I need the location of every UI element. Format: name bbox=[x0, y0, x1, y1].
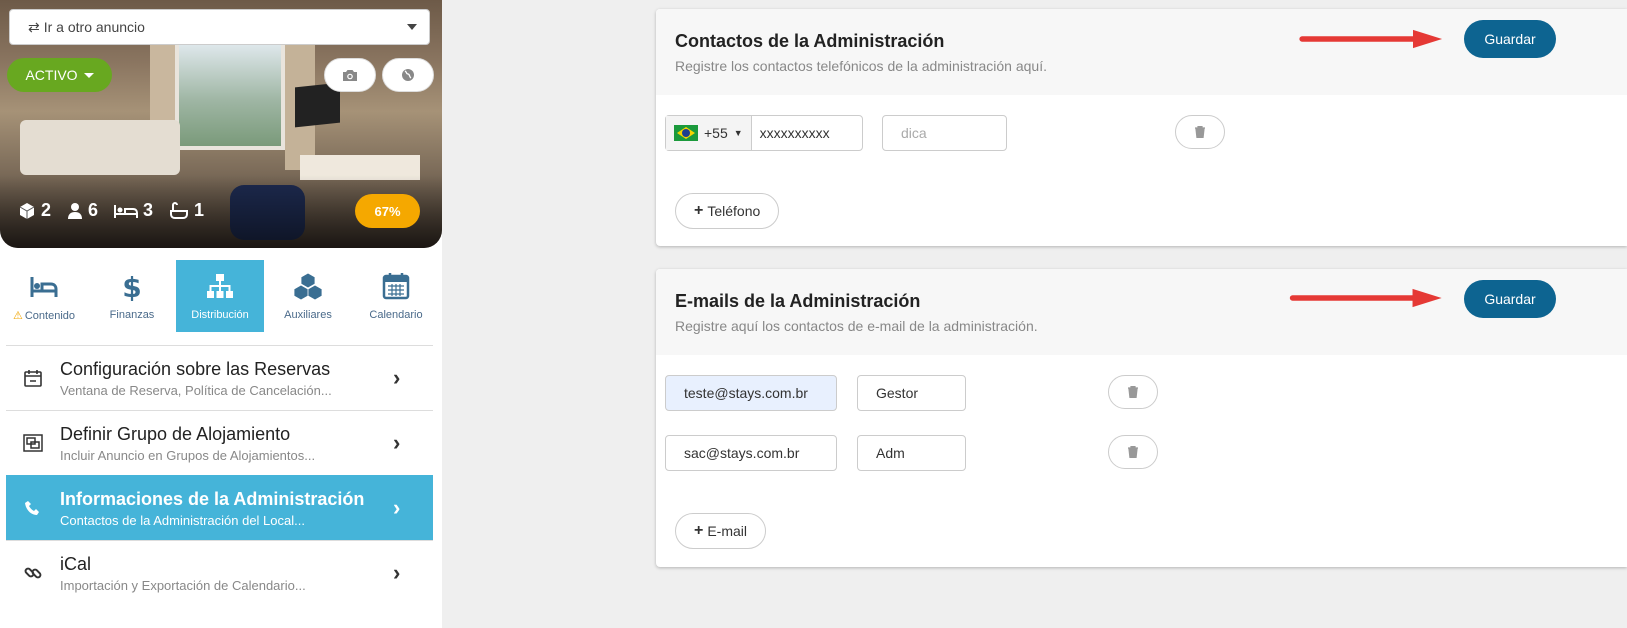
chevron-right-icon: › bbox=[393, 430, 401, 455]
settings-menu: Configuración sobre las Reservas Ventana … bbox=[6, 345, 433, 605]
tab-finanzas[interactable]: $ Finanzas bbox=[88, 260, 176, 332]
phone-number-value: xxxxxxxxxx bbox=[759, 125, 830, 141]
link-icon bbox=[24, 567, 42, 579]
emails-subtitle: Registre aquí los contactos de e-mail de… bbox=[675, 318, 1038, 334]
listing-stats: 2 6 3 1 bbox=[18, 200, 204, 221]
dollar-icon: $ bbox=[122, 271, 141, 301]
emails-card: E-mails de la Administración Registre aq… bbox=[656, 269, 1627, 567]
chevron-right-icon: › bbox=[393, 560, 401, 585]
phone-hint-input[interactable]: dica bbox=[882, 115, 1007, 151]
phones-subtitle: Registre los contactos telefónicos de la… bbox=[675, 58, 1047, 74]
menu-item-title: Definir Grupo de Alojamiento bbox=[60, 423, 291, 444]
phones-card: Contactos de la Administración Registre … bbox=[656, 9, 1627, 246]
cubes-icon bbox=[293, 272, 323, 301]
baths-stat: 1 bbox=[169, 200, 204, 221]
object-group-icon bbox=[23, 434, 43, 452]
plus-icon: + bbox=[694, 202, 704, 219]
email-role-input[interactable]: Adm bbox=[857, 435, 966, 471]
user-icon bbox=[68, 202, 83, 219]
brazil-flag-icon bbox=[674, 125, 698, 141]
listing-select-label: Ir a otro anuncio bbox=[43, 19, 145, 35]
menu-item-ical[interactable]: iCal Importación y Exportación de Calenda… bbox=[6, 540, 433, 605]
photo-button[interactable] bbox=[324, 58, 376, 92]
guests-stat: 6 bbox=[67, 200, 98, 221]
menu-item-title: Configuración sobre las Reservas bbox=[60, 358, 331, 379]
menu-item-administracion[interactable]: Informaciones de la Administración Contac… bbox=[6, 475, 433, 540]
plus-icon: + bbox=[694, 522, 704, 539]
menu-item-subtitle: Incluir Anuncio en Grupos de Alojamiento… bbox=[60, 447, 316, 463]
caret-down-icon: ▼ bbox=[733, 128, 743, 138]
chevron-down-icon bbox=[407, 24, 417, 30]
add-email-button[interactable]: + E-mail bbox=[675, 513, 767, 549]
trash-icon bbox=[1195, 126, 1205, 138]
phone-input[interactable]: +55 ▼ xxxxxxxxxx bbox=[665, 115, 863, 151]
bed-icon bbox=[30, 276, 58, 297]
calendar-icon bbox=[382, 273, 410, 300]
email-input[interactable]: teste@stays.com.br bbox=[665, 375, 837, 411]
listing-select[interactable]: ⇄ Ir a otro anuncio bbox=[9, 9, 430, 45]
menu-item-reservas[interactable]: Configuración sobre las Reservas Ventana … bbox=[6, 345, 433, 410]
calendar-minus-icon bbox=[24, 370, 42, 387]
chevron-right-icon: › bbox=[393, 495, 401, 520]
section-tabs: ⚠ Contenido $ Finanzas Distribución Auxil… bbox=[0, 260, 442, 332]
country-code-select[interactable]: +55 ▼ bbox=[666, 116, 752, 150]
sidebar: ⇄ Ir a otro anuncio ACTIVO 2 6 3 1 67% ⚠… bbox=[0, 0, 442, 628]
tab-distribucion[interactable]: Distribución bbox=[176, 260, 264, 332]
warning-icon: ⚠ bbox=[12, 309, 23, 322]
swap-icon: ⇄ bbox=[28, 18, 40, 35]
caret-down-icon bbox=[83, 72, 94, 78]
email-input[interactable]: sac@stays.com.br bbox=[665, 435, 837, 471]
menu-item-grupo[interactable]: Definir Grupo de Alojamiento Incluir Anun… bbox=[6, 410, 433, 475]
save-emails-button[interactable]: Guardar bbox=[1464, 280, 1556, 318]
menu-item-title: Informaciones de la Administración bbox=[60, 488, 365, 509]
save-phones-button[interactable]: Guardar bbox=[1464, 20, 1556, 58]
phone-icon bbox=[25, 501, 39, 515]
rooms-stat: 2 bbox=[18, 200, 51, 221]
bed-icon bbox=[114, 204, 139, 218]
annotation-arrow bbox=[1299, 29, 1443, 49]
email-role-input[interactable]: Gestor bbox=[857, 375, 966, 411]
delete-email-button[interactable] bbox=[1108, 375, 1158, 409]
chevron-right-icon: › bbox=[393, 365, 401, 390]
svg-text:$: $ bbox=[122, 271, 141, 301]
tab-auxiliares[interactable]: Auxiliares bbox=[264, 260, 352, 332]
add-phone-button[interactable]: + Teléfono bbox=[675, 193, 780, 229]
camera-icon bbox=[343, 70, 357, 81]
sitemap-icon bbox=[207, 274, 233, 298]
menu-item-title: iCal bbox=[60, 553, 92, 574]
delete-email-button[interactable] bbox=[1108, 435, 1158, 469]
trash-icon bbox=[1128, 386, 1138, 398]
globe-icon bbox=[402, 69, 414, 81]
status-label: ACTIVO bbox=[25, 67, 78, 83]
tab-calendario[interactable]: Calendario bbox=[352, 260, 440, 332]
delete-phone-button[interactable] bbox=[1175, 115, 1225, 149]
completion-badge[interactable]: 67% bbox=[355, 194, 420, 228]
beds-stat: 3 bbox=[114, 200, 153, 221]
globe-button[interactable] bbox=[382, 58, 434, 92]
menu-item-subtitle: Importación y Exportación de Calendario.… bbox=[60, 577, 306, 593]
menu-item-subtitle: Contactos de la Administración del Local… bbox=[60, 512, 305, 528]
bathtub-icon bbox=[170, 201, 189, 219]
cube-icon bbox=[19, 202, 35, 219]
annotation-arrow bbox=[1289, 288, 1442, 308]
status-dropdown-button[interactable]: ACTIVO bbox=[7, 58, 112, 92]
trash-icon bbox=[1128, 446, 1138, 458]
menu-item-subtitle: Ventana de Reserva, Política de Cancelac… bbox=[60, 382, 332, 398]
tab-contenido[interactable]: ⚠ Contenido bbox=[0, 260, 88, 332]
